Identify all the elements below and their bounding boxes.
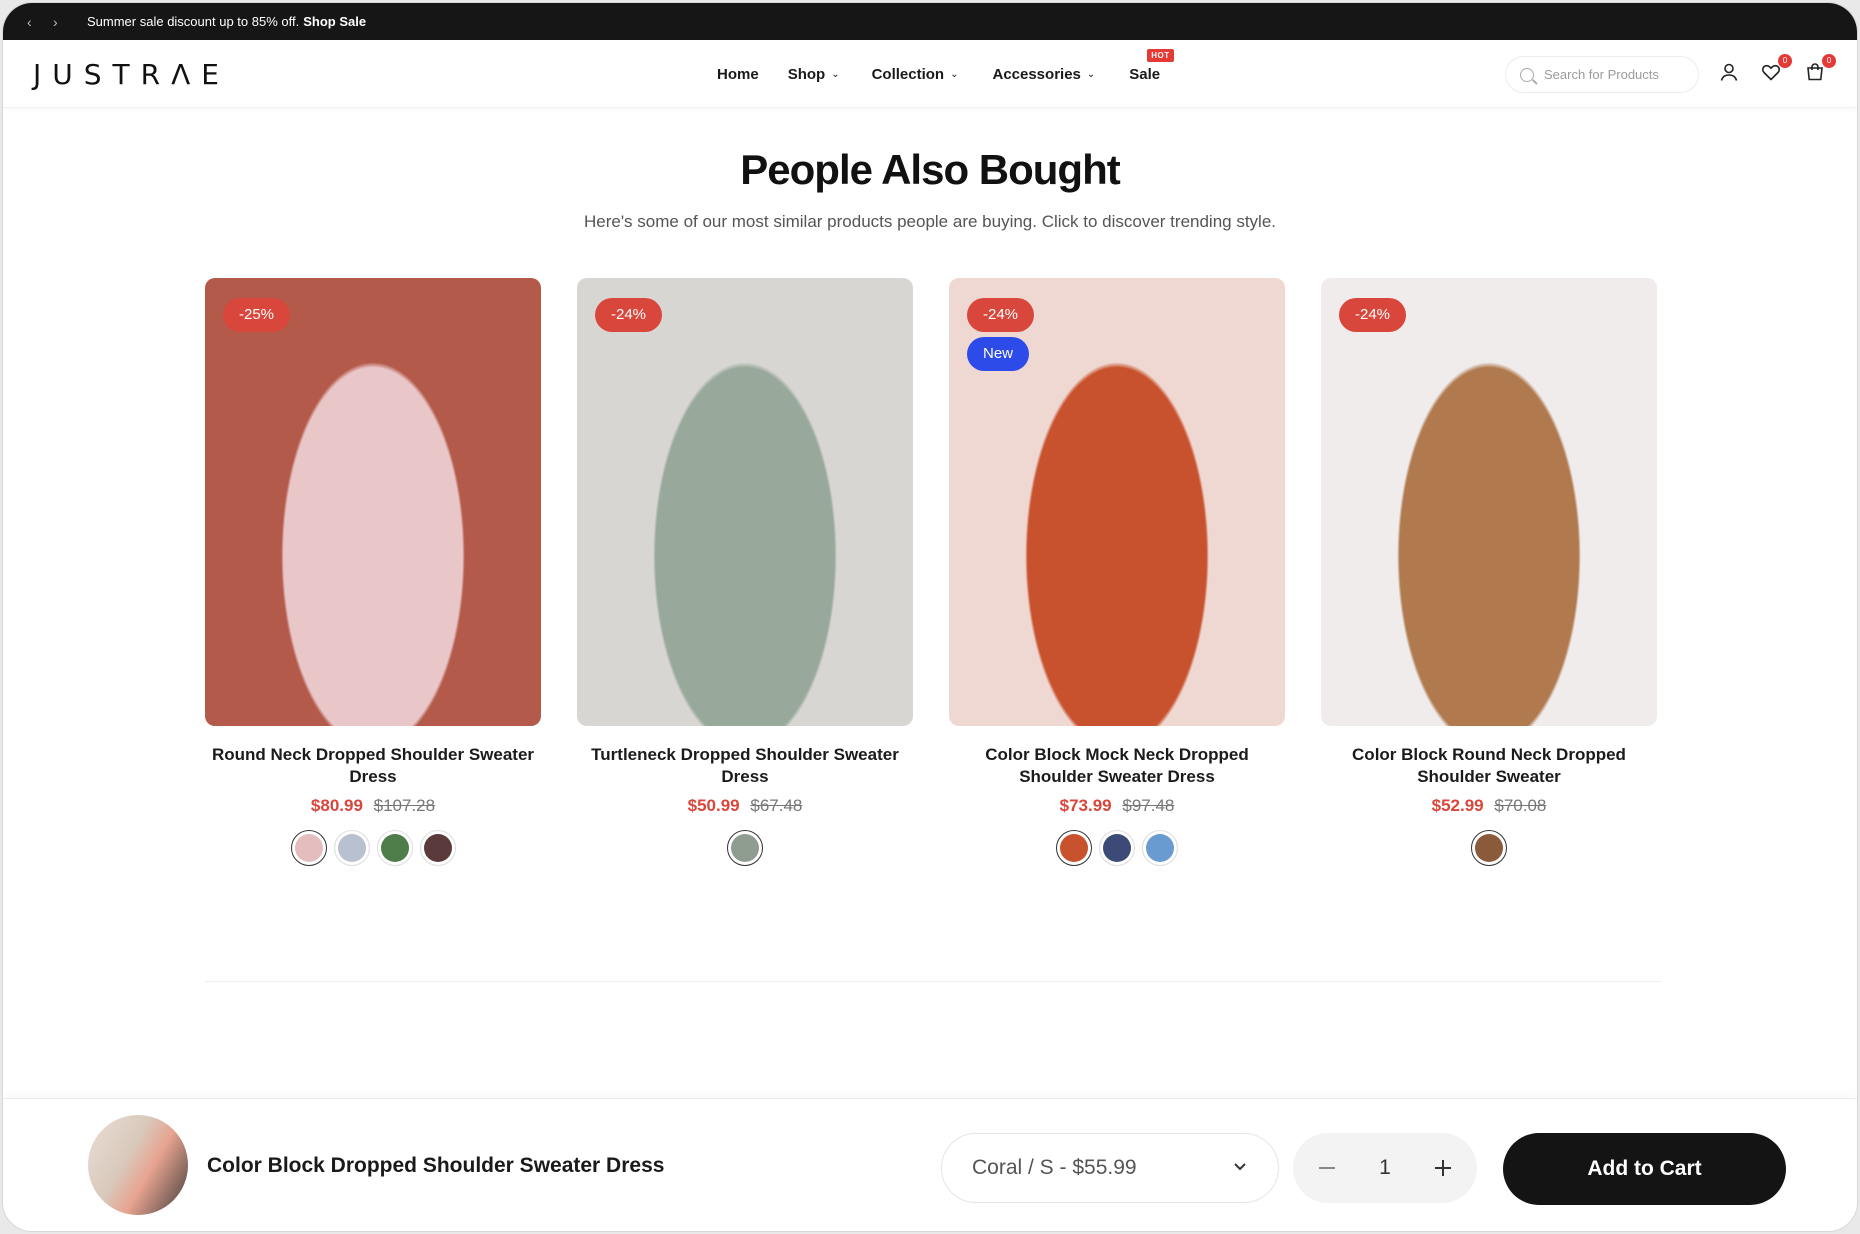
sale-price: $52.99 — [1431, 796, 1484, 815]
wishlist-icon[interactable]: 0 — [1761, 54, 1792, 82]
new-badge: New — [967, 337, 1030, 371]
nav-home-label: Home — [717, 66, 759, 83]
main-nav: Home Shop ⌄ Collection ⌄ Accessories ⌄ Sale… — [717, 49, 1174, 83]
plus-icon[interactable] — [1431, 1156, 1455, 1180]
nav-shop[interactable]: Shop ⌄ — [788, 66, 840, 83]
product-card[interactable]: -24% Color Block Round Neck Dropped Shou… — [1321, 278, 1657, 866]
product-prices: $50.99 $67.48 — [577, 796, 913, 816]
product-image[interactable]: -24% New — [949, 278, 1285, 726]
search-input[interactable] — [1544, 67, 1684, 82]
product-prices: $52.99 $70.08 — [1321, 796, 1657, 816]
discount-badge: -24% — [1339, 298, 1407, 332]
next-arrow-icon[interactable]: › — [53, 14, 79, 30]
color-swatches — [1321, 830, 1657, 866]
product-image[interactable]: -25% — [205, 278, 541, 726]
nav-collection[interactable]: Collection ⌄ — [872, 66, 959, 83]
swatch-fill — [1103, 834, 1131, 862]
sale-price: $80.99 — [310, 796, 363, 815]
product-card[interactable]: -25% Round Neck Dropped Shoulder Sweater… — [205, 278, 541, 866]
swatch-fill — [1475, 834, 1503, 862]
product-thumbnail — [88, 1115, 188, 1215]
discount-badge: -24% — [595, 298, 663, 332]
color-swatch[interactable] — [290, 830, 327, 866]
product-card[interactable]: -24% New Color Block Mock Neck Dropped S… — [949, 278, 1285, 866]
discount-badge: -25% — [223, 298, 291, 332]
account-icon[interactable] — [1719, 62, 1739, 82]
add-to-cart-button[interactable]: Add to Cart — [1503, 1133, 1786, 1205]
variant-value: Coral / S - $55.99 — [972, 1156, 1137, 1179]
nav-sale[interactable]: Sale HOT — [1129, 49, 1174, 83]
sale-price: $50.99 — [687, 796, 740, 815]
color-swatches — [949, 830, 1285, 866]
product-image[interactable]: -24% — [1321, 278, 1657, 726]
swatch-fill — [380, 834, 409, 862]
product-prices: $80.99 $107.28 — [205, 796, 541, 816]
prev-arrow-icon[interactable]: ‹ — [27, 14, 53, 30]
original-price: $70.08 — [1494, 796, 1547, 815]
swatch-fill — [337, 834, 366, 862]
color-swatch[interactable] — [376, 830, 413, 866]
announcement-bar: ‹ › Summer sale discount up to 85% off. S… — [3, 3, 1857, 40]
discount-badge: -24% — [967, 298, 1035, 332]
color-swatches — [577, 830, 913, 866]
cart-count-badge: 0 — [1822, 54, 1836, 68]
variant-select[interactable]: Coral / S - $55.99 — [941, 1133, 1279, 1203]
product-name[interactable]: Turtleneck Dropped Shoulder Sweater Dres… — [577, 744, 913, 788]
color-swatch[interactable] — [333, 830, 370, 866]
nav-accessories-label: Accessories — [992, 66, 1081, 83]
swatch-fill — [423, 834, 452, 862]
color-swatch[interactable] — [727, 830, 763, 866]
original-price: $67.48 — [750, 796, 803, 815]
nav-collection-label: Collection — [871, 66, 945, 83]
swatch-fill — [731, 834, 759, 862]
shop-sale-link[interactable]: Shop Sale — [303, 14, 366, 29]
nav-accessories[interactable]: Accessories ⌄ — [992, 66, 1095, 83]
minus-icon[interactable] — [1315, 1156, 1339, 1180]
color-swatch[interactable] — [1099, 830, 1135, 866]
site-logo[interactable]: JUSTRΛE — [33, 58, 230, 91]
original-price: $97.48 — [1122, 796, 1175, 815]
search-box[interactable] — [1505, 56, 1699, 93]
browser-frame: ‹ › Summer sale discount up to 85% off. S… — [2, 2, 1858, 1232]
product-grid: -25% Round Neck Dropped Shoulder Sweater… — [205, 278, 1657, 866]
nav-home[interactable]: Home — [717, 66, 759, 83]
announcement-message: Summer sale discount up to 85% off. Shop … — [87, 14, 366, 29]
chevron-down-icon: ⌄ — [831, 69, 840, 80]
product-name[interactable]: Color Block Mock Neck Dropped Shoulder S… — [949, 744, 1285, 788]
product-card[interactable]: -24% Turtleneck Dropped Shoulder Sweater… — [577, 278, 913, 866]
wishlist-count-badge: 0 — [1778, 54, 1792, 68]
chevron-down-icon: ⌄ — [1086, 69, 1096, 80]
sale-price: $73.99 — [1059, 796, 1112, 815]
product-image[interactable]: -24% — [577, 278, 913, 726]
swatch-fill — [1060, 834, 1088, 862]
swatch-fill — [1146, 834, 1174, 862]
color-swatch[interactable] — [419, 830, 456, 866]
cart-icon[interactable]: 0 — [1805, 54, 1836, 82]
chevron-down-icon — [1232, 1156, 1248, 1180]
sticky-product-title: Color Block Dropped Shoulder Sweater Dre… — [207, 1154, 665, 1177]
section-subtitle: Here's some of our most similar products… — [583, 212, 1277, 231]
nav-sale-label: Sale — [1129, 66, 1161, 83]
announcement-text: Summer sale discount up to 85% off. — [87, 14, 300, 29]
search-icon — [1520, 67, 1534, 82]
section-title: People Also Bought — [740, 146, 1120, 193]
product-name[interactable]: Round Neck Dropped Shoulder Sweater Dres… — [205, 744, 541, 788]
nav-shop-label: Shop — [787, 66, 826, 83]
color-swatch[interactable] — [1056, 830, 1092, 866]
quantity-value[interactable]: 1 — [1379, 1156, 1391, 1180]
chevron-down-icon: ⌄ — [950, 69, 959, 80]
site-header: JUSTRΛE Home Shop ⌄ Collection ⌄ Accessori… — [3, 40, 1857, 108]
color-swatches — [205, 830, 541, 866]
section-divider — [205, 981, 1661, 982]
swatch-fill — [294, 834, 323, 862]
hot-badge: HOT — [1147, 49, 1174, 62]
original-price: $107.28 — [373, 796, 436, 815]
color-swatch[interactable] — [1142, 830, 1178, 866]
product-prices: $73.99 $97.48 — [949, 796, 1285, 816]
sticky-add-to-cart-bar: Color Block Dropped Shoulder Sweater Dre… — [3, 1098, 1857, 1231]
quantity-stepper: 1 — [1293, 1133, 1477, 1203]
product-name[interactable]: Color Block Round Neck Dropped Shoulder … — [1321, 744, 1657, 788]
color-swatch[interactable] — [1471, 830, 1507, 866]
